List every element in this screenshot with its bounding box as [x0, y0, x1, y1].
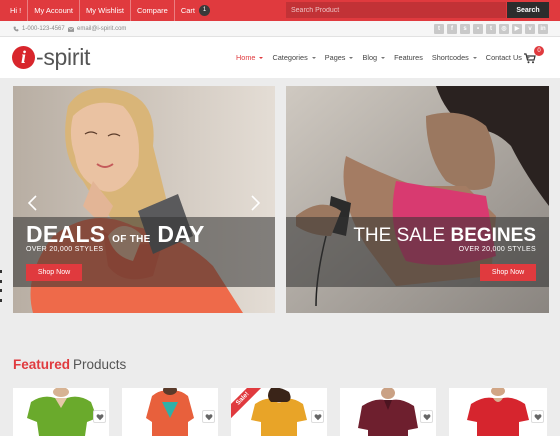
featured-heading-rest: Products — [73, 357, 127, 372]
linkedin-icon[interactable]: in — [538, 24, 548, 34]
heart-icon — [423, 414, 431, 421]
heading-deals: DEALS — [26, 221, 106, 247]
featured-heading-accent: Featured — [13, 357, 71, 372]
logo-text: -spirit — [36, 44, 91, 70]
phone-info: 1-000-123-4567 — [13, 21, 65, 37]
product-card[interactable] — [13, 388, 109, 436]
wishlist-button[interactable] — [311, 410, 324, 423]
vimeo-icon[interactable]: v — [525, 24, 535, 34]
heading-of-the: OF THE — [112, 234, 151, 245]
my-wishlist-link[interactable]: My Wishlist — [80, 0, 131, 21]
facebook-icon[interactable]: f — [447, 24, 457, 34]
skype-icon[interactable]: s — [460, 24, 470, 34]
phone-icon — [13, 26, 19, 32]
logo[interactable]: i -spirit — [12, 44, 90, 71]
contact-bar: 1-000-123-4567 email@i-spirit.com t f s … — [0, 21, 560, 37]
nav-blog[interactable]: Blog — [362, 53, 386, 62]
featured-products-heading: Featured Products — [13, 357, 126, 372]
search-input[interactable] — [286, 2, 506, 18]
heading-day: DAY — [157, 221, 205, 247]
wishlist-button[interactable] — [202, 410, 215, 423]
banner-subtitle: OVER 20,000 STYLES — [458, 246, 536, 253]
nav-home-label: Home — [236, 53, 256, 62]
nav-home[interactable]: Home — [236, 53, 264, 62]
tumblr-icon[interactable]: t — [486, 24, 496, 34]
cart-count-badge: 1 — [198, 5, 210, 16]
cart-link-label: Cart — [180, 6, 195, 15]
dribbble-icon[interactable]: ◎ — [499, 24, 509, 34]
nav-shortcodes-label: Shortcodes — [431, 53, 469, 62]
email-info: email@i-spirit.com — [68, 21, 126, 37]
site-header: i -spirit Home Categories Pages Blog Fea… — [0, 37, 560, 78]
side-scroll-marker — [0, 270, 2, 302]
youtube-icon[interactable]: ▶ — [512, 24, 522, 34]
wishlist-button[interactable] — [420, 410, 433, 423]
phone-number: 1-000-123-4567 — [22, 26, 65, 32]
heart-icon — [534, 414, 542, 421]
nav-blog-label: Blog — [362, 53, 378, 62]
heart-icon — [96, 414, 104, 421]
product-card[interactable] — [449, 388, 547, 436]
caret-down-icon — [472, 56, 477, 59]
social-icons: t f s • t ◎ ▶ v in — [431, 24, 548, 34]
heart-icon — [314, 414, 322, 421]
wishlist-button[interactable] — [531, 410, 544, 423]
product-card[interactable] — [340, 388, 436, 436]
logo-mark: i — [12, 46, 35, 69]
shopping-cart-icon — [524, 53, 536, 64]
wishlist-button[interactable] — [93, 410, 106, 423]
cart-link[interactable]: Cart 1 — [175, 0, 216, 21]
search-button[interactable]: Search — [507, 2, 549, 18]
caret-down-icon — [311, 56, 316, 59]
nav-contact-us-label: Contact Us — [485, 53, 522, 62]
main-nav: Home Categories Pages Blog Features Shor… — [236, 37, 539, 78]
top-bar: Hi ! My Account My Wishlist Compare Cart… — [0, 0, 560, 21]
heart-icon — [205, 414, 213, 421]
nav-shortcodes[interactable]: Shortcodes — [432, 53, 477, 62]
nav-categories[interactable]: Categories — [272, 53, 316, 62]
heading-begines: BEGINES — [450, 225, 536, 246]
greeting-link[interactable]: Hi ! — [4, 0, 29, 21]
account-links: Hi ! My Account My Wishlist Compare Cart… — [4, 0, 216, 21]
banner-heading: DEALS OF THE DAY — [26, 221, 205, 248]
caret-down-icon — [349, 56, 354, 59]
nav-pages-label: Pages — [324, 53, 346, 62]
banner-deals-of-the-day[interactable]: DEALS OF THE DAY OVER 20,000 STYLES Shop… — [13, 86, 275, 313]
nav-pages[interactable]: Pages — [325, 53, 354, 62]
twitter-icon[interactable]: t — [434, 24, 444, 34]
nav-features-label: Features — [394, 53, 423, 62]
banner-sale-begines[interactable]: THE SALE BEGINES OVER 20,000 STYLES Shop… — [286, 86, 549, 313]
email-address[interactable]: email@i-spirit.com — [77, 26, 126, 32]
banner-heading: THE SALE BEGINES — [353, 225, 536, 247]
product-card[interactable] — [122, 388, 218, 436]
compare-link[interactable]: Compare — [131, 0, 175, 21]
nav-features[interactable]: Features — [394, 53, 423, 62]
product-card[interactable]: Sale! — [231, 388, 327, 436]
header-cart-badge: 0 — [534, 46, 544, 56]
banner-subtitle: OVER 20,000 STYLES — [26, 246, 104, 253]
slider-next-arrow-icon[interactable] — [249, 195, 261, 211]
flickr-icon[interactable]: • — [473, 24, 483, 34]
header-cart[interactable]: 0 — [524, 46, 544, 66]
shop-now-button[interactable]: Shop Now — [26, 264, 82, 281]
caret-down-icon — [381, 56, 386, 59]
heading-the-sale: THE SALE — [353, 225, 446, 246]
shop-now-button[interactable]: Shop Now — [480, 264, 536, 281]
nav-categories-label: Categories — [272, 53, 308, 62]
caret-down-icon — [259, 56, 264, 59]
my-account-link[interactable]: My Account — [28, 0, 81, 21]
envelope-icon — [68, 26, 74, 32]
slider-prev-arrow-icon[interactable] — [27, 195, 39, 211]
